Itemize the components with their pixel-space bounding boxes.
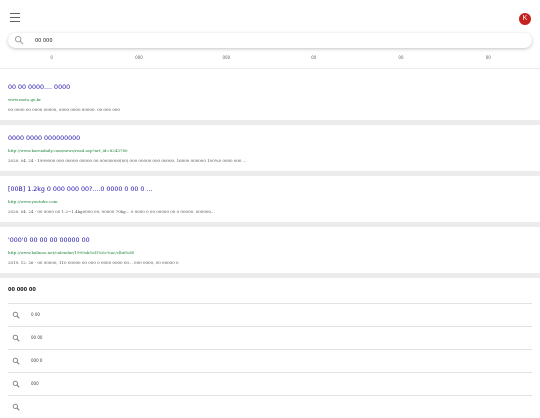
tab-maps[interactable]: 00 [357, 51, 444, 65]
related-searches-heading: 00 000 00 [8, 287, 36, 293]
related-search-label: 000 [31, 381, 39, 386]
result-url[interactable]: www.moto.go.kr [8, 97, 41, 102]
search-icon [12, 380, 20, 388]
result-separator [0, 222, 540, 227]
related-search-item[interactable]: 00 00 [8, 326, 532, 349]
result-title-link[interactable]: '000'0 00 00 00 00000 00 [8, 237, 90, 244]
tab-books[interactable]: 00 [445, 51, 532, 65]
hamburger-menu-icon[interactable] [10, 13, 20, 22]
result-separator [0, 120, 540, 125]
tab-videos[interactable]: 000 [183, 51, 270, 65]
related-search-item[interactable]: 000 0 [8, 349, 532, 372]
result-url[interactable]: http://www.koreadaily.com/news/read.asp?… [8, 148, 128, 153]
result-snippet: 2019. 12. 26 - 00 00000, 110 00000 00 00… [8, 260, 179, 265]
search-bar[interactable] [8, 33, 532, 48]
tab-images[interactable]: 000 [95, 51, 182, 65]
search-icon [12, 311, 20, 319]
tab-all[interactable]: 0 [8, 51, 95, 65]
search-tabs: 0 000 000 00 00 00 [8, 51, 532, 65]
divider [0, 68, 540, 69]
related-search-item[interactable] [8, 395, 532, 418]
result-separator [0, 273, 540, 278]
search-icon [12, 334, 20, 342]
search-icon [12, 403, 20, 411]
result-snippet: 00 0000 00 0000 00000, 0000 0000 00000. … [8, 107, 120, 112]
related-search-label: 0 00 [31, 312, 40, 317]
result-title-link[interactable]: 00 00 0000.... 0000 [8, 84, 70, 91]
related-search-label: 000 0 [31, 358, 43, 363]
top-bar: K [0, 0, 540, 34]
tab-news[interactable]: 00 [270, 51, 357, 65]
result-url[interactable]: http://www.halmoo.net/calendar/1999ok%d1… [8, 250, 134, 255]
search-icon[interactable] [14, 35, 24, 45]
related-search-item[interactable]: 000 [8, 372, 532, 395]
result-snippet: 2020. 04. 24 - 1999000 000 00000 00000 0… [8, 158, 247, 163]
related-search-item[interactable]: 0 00 [8, 303, 532, 326]
related-search-label: 00 00 [31, 335, 43, 340]
search-icon [12, 357, 20, 365]
search-input[interactable] [35, 35, 515, 46]
result-title-link[interactable]: 0000 0000 000000000 [8, 135, 80, 142]
avatar[interactable]: K [519, 13, 531, 25]
result-snippet: 2020. 04. 24 - 00 0000 00 1.2~1.4kg0000 … [8, 209, 215, 214]
result-url[interactable]: http://www.youtube.com [8, 199, 58, 204]
result-separator [0, 171, 540, 176]
result-title-link[interactable]: [00B] 1.2kg 0 000 000 00?....0 0000 0 00… [8, 186, 152, 193]
